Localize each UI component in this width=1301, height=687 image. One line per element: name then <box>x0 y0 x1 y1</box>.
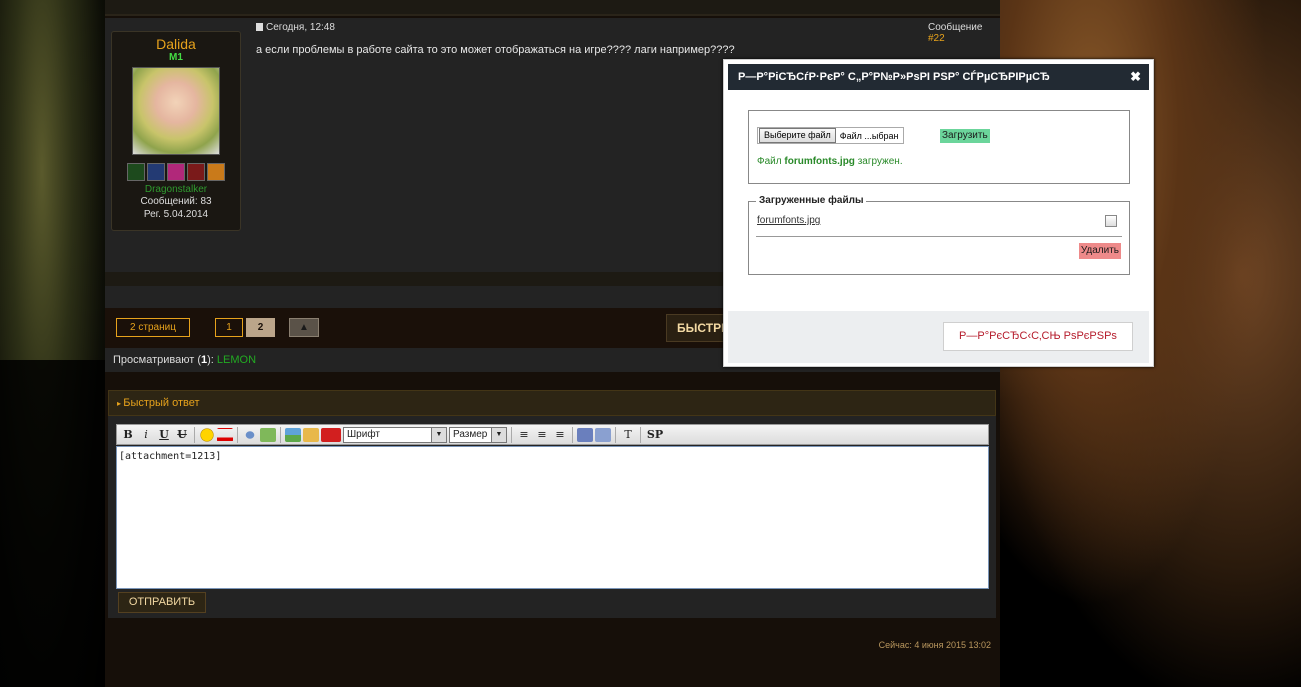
post-number-link[interactable]: #22 <box>928 33 945 44</box>
post-doc-icon <box>256 23 263 31</box>
toolbar-separator <box>237 426 238 443</box>
post-text: а если проблемы в работе сайта то это мо… <box>256 44 735 56</box>
upload-status-prefix: Файл <box>757 156 785 167</box>
pager-label[interactable]: 2 страниц <box>116 318 190 337</box>
author-badges <box>112 163 240 181</box>
post-date-text: Сегодня, 12:48 <box>266 22 335 33</box>
close-window-button[interactable]: Р—Р°РєСЂС‹С‚СЊ РѕРєРЅРѕ <box>943 322 1133 351</box>
pager-up-button[interactable]: ▲ <box>289 318 319 337</box>
upload-status-suffix: загружен. <box>854 156 903 167</box>
page-1-button[interactable]: 1 <box>215 318 243 337</box>
post-date: Сегодня, 12:48 <box>256 22 335 33</box>
italic-button[interactable]: i <box>138 427 154 443</box>
author-rank: M1 <box>169 52 183 63</box>
align-center-icon[interactable]: ≡ <box>534 427 550 443</box>
top-strip <box>105 0 1000 16</box>
image-icon[interactable] <box>285 427 301 442</box>
page-2-button[interactable]: 2 <box>246 318 275 337</box>
toolbar-separator <box>572 426 573 443</box>
underline-button[interactable]: U <box>156 427 172 443</box>
upload-status: Файл forumfonts.jpg загружен. <box>757 156 903 167</box>
viewers-prefix: Просматривают ( <box>113 354 201 366</box>
youtube-icon[interactable] <box>321 427 341 442</box>
quick-reply-header[interactable]: Быстрый ответ <box>108 390 996 416</box>
upload-status-file: forumfonts.jpg <box>784 156 855 167</box>
upload-section: Выберите файл Файл ...ыбран Загрузить Фа… <box>748 110 1130 184</box>
uploaded-files-section: Загруженные файлы forumfonts.jpg Удалить <box>748 195 1130 275</box>
strikethrough-button[interactable]: U <box>174 427 190 443</box>
file-chosen-text: Файл ...ыбран <box>839 130 899 141</box>
link-icon[interactable] <box>242 427 258 442</box>
author-name[interactable]: Dalida <box>112 36 240 52</box>
toolbar-separator <box>280 426 281 443</box>
close-icon[interactable]: ✖ <box>1130 64 1141 90</box>
upload-button[interactable]: Загрузить <box>940 129 990 143</box>
spellcheck-icon[interactable] <box>595 427 611 442</box>
uploaded-file-link[interactable]: forumfonts.jpg <box>757 215 820 226</box>
bold-button[interactable]: B <box>120 427 136 443</box>
file-input[interactable]: Выберите файл Файл ...ыбран <box>757 127 904 144</box>
files-divider <box>756 236 1122 237</box>
avatar[interactable] <box>132 67 220 155</box>
footer-time: Сейчас: 4 июня 2015 13:02 <box>878 640 991 650</box>
align-left-icon[interactable]: ≡ <box>516 427 532 443</box>
text-tool-button[interactable]: T <box>620 427 636 443</box>
modal-title: Р—Р°РіСЂСѓР·РєР° С„Р°Р№Р»РѕРІ РЅР° СЃРµС… <box>738 71 1050 83</box>
toolbar-separator <box>640 426 641 443</box>
author-guild: Dragonstalker <box>144 184 208 195</box>
align-right-icon[interactable]: ≡ <box>552 427 568 443</box>
badge-blue-icon <box>147 163 165 181</box>
send-button[interactable]: ОТПРАВИТЬ <box>118 592 206 613</box>
author-messages: Сообщений: 83 <box>140 196 212 207</box>
smiley-icon[interactable] <box>199 427 215 442</box>
badge-red-icon <box>187 163 205 181</box>
author-registered: Рег. 5.04.2014 <box>143 209 209 220</box>
choose-file-button[interactable]: Выберите файл <box>759 128 836 143</box>
size-select[interactable]: Размер <box>449 426 507 443</box>
editor-toolbar: B i U U Шрифт Размер ≡ ≡ ≡ T <box>116 424 989 445</box>
viewers-suffix: ): <box>207 354 214 366</box>
modal-footer: Р—Р°РєСЂС‹С‚СЊ РѕРєРЅРѕ <box>728 311 1149 363</box>
sp-button[interactable]: SP <box>645 427 665 443</box>
toolbar-separator <box>194 426 195 443</box>
background-left <box>0 0 105 687</box>
author-profile: Dalida M1 Dragonstalker Сообщений: 83 Ре… <box>111 31 241 231</box>
file-checkbox[interactable] <box>1105 215 1117 227</box>
text-color-icon[interactable] <box>217 427 233 442</box>
edit-icon[interactable] <box>577 427 593 442</box>
viewer-user-link[interactable]: LEMON <box>217 354 256 366</box>
upload-modal: Р—Р°РіСЂСѓР·РєР° С„Р°Р№Р»РѕРІ РЅР° СЃРµС… <box>723 59 1154 367</box>
font-select[interactable]: Шрифт <box>343 426 447 443</box>
badge-green-icon <box>127 163 145 181</box>
delete-button[interactable]: Удалить <box>1078 243 1121 259</box>
folder-icon[interactable] <box>303 427 319 442</box>
post-number: Сообщение #22 <box>928 22 1000 44</box>
toolbar-separator <box>511 426 512 443</box>
unlink-icon[interactable] <box>260 427 276 442</box>
quick-reply-body: B i U U Шрифт Размер ≡ ≡ ≡ T <box>108 416 996 618</box>
badge-orange-icon <box>207 163 225 181</box>
modal-header: Р—Р°РіСЂСѓР·РєР° С„Р°Р№Р»РѕРІ РЅР° СЃРµС… <box>728 64 1149 90</box>
badge-pink-icon <box>167 163 185 181</box>
reply-textarea[interactable]: [attachment=1213] <box>116 446 989 589</box>
toolbar-separator <box>615 426 616 443</box>
post-number-prefix: Сообщение <box>928 22 983 33</box>
uploaded-files-legend: Загруженные файлы <box>756 195 867 206</box>
